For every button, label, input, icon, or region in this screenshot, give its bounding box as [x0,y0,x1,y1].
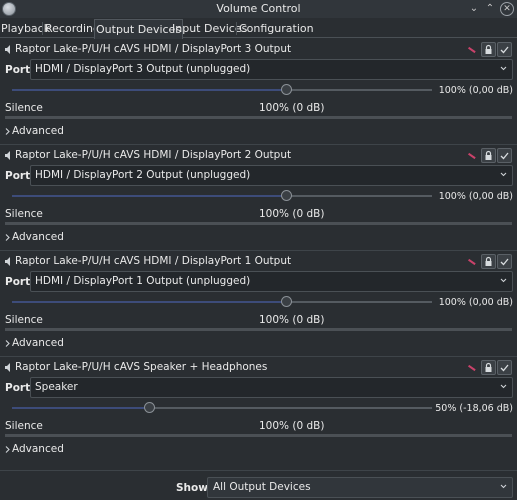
volume-level: 100% (0,00 dB) [438,297,513,308]
window-title: Volume Control [216,2,301,15]
chevron-right-icon[interactable] [5,234,10,241]
volume-fill [12,301,286,303]
chevron-down-icon [500,484,507,489]
tab-bar: Playback Recording Output Devices Input … [0,19,517,39]
check-icon[interactable] [497,42,512,57]
maximize-icon[interactable]: ⌃ [483,2,497,16]
reference-label: 100% (0 dB) [259,208,325,220]
device-panel: Raptor Lake-P/U/H cAVS HDMI / DisplayPor… [0,251,517,357]
check-icon[interactable] [497,148,512,163]
silence-label: Silence [5,102,43,114]
device-name: Raptor Lake-P/U/H cAVS HDMI / DisplayPor… [15,149,292,161]
silence-label: Silence [5,420,43,432]
minimize-icon[interactable]: ⌄ [467,2,481,16]
mute-icon[interactable] [468,364,476,371]
advanced-toggle[interactable]: Advanced [12,125,64,137]
volume-slider[interactable] [12,296,432,307]
port-select[interactable]: HDMI / DisplayPort 2 Output (unplugged) [30,165,513,186]
volume-slider-handle[interactable] [281,190,292,201]
mute-icon[interactable] [468,258,476,265]
chevron-down-icon [500,384,507,389]
chevron-right-icon[interactable] [5,340,10,347]
title-bar: Volume Control ⌄ ⌃ ✕ [0,0,517,18]
device-name: Raptor Lake-P/U/H cAVS HDMI / DisplayPor… [15,43,292,55]
reference-label: 100% (0 dB) [259,314,325,326]
level-meter [5,116,512,119]
reference-label: 100% (0 dB) [259,420,325,432]
mute-icon[interactable] [468,152,476,159]
volume-slider-handle[interactable] [281,296,292,307]
device-name: Raptor Lake-P/U/H cAVS Speaker + Headpho… [15,361,268,373]
port-select[interactable]: HDMI / DisplayPort 3 Output (unplugged) [30,59,513,80]
device-name: Raptor Lake-P/U/H cAVS HDMI / DisplayPor… [15,255,292,267]
check-icon[interactable] [497,360,512,375]
show-filter-select[interactable]: All Output Devices [207,477,513,498]
silence-label: Silence [5,208,43,220]
speaker-icon [5,257,10,266]
device-panel: Raptor Lake-P/U/H cAVS HDMI / DisplayPor… [0,145,517,251]
advanced-toggle[interactable]: Advanced [12,231,64,243]
port-select[interactable]: HDMI / DisplayPort 1 Output (unplugged) [30,271,513,292]
speaker-icon [5,45,10,54]
volume-level: 50% (-18,06 dB) [435,403,513,414]
speaker-icon [5,151,10,160]
speaker-icon [5,363,10,372]
volume-fill [12,89,286,91]
volume-fill [12,407,149,409]
port-value: HDMI / DisplayPort 1 Output (unplugged) [35,275,251,287]
level-meter [5,222,512,225]
chevron-down-icon [500,66,507,71]
port-select[interactable]: Speaker [30,377,513,398]
lock-icon[interactable] [481,42,496,57]
device-panel: Raptor Lake-P/U/H cAVS HDMI / DisplayPor… [0,39,517,145]
volume-fill [12,195,286,197]
footer-bar: Show: All Output Devices [0,470,517,500]
tab-separator [236,22,237,35]
port-value: Speaker [35,381,78,393]
check-icon[interactable] [497,254,512,269]
chevron-right-icon[interactable] [5,128,10,135]
level-meter [5,328,512,331]
reference-label: 100% (0 dB) [259,102,325,114]
tab-output-devices[interactable]: Output Devices [94,19,184,39]
mute-icon[interactable] [468,46,476,53]
volume-slider-handle[interactable] [281,84,292,95]
device-panel: Raptor Lake-P/U/H cAVS Speaker + Headpho… [0,357,517,463]
volume-slider[interactable] [12,190,432,201]
show-filter-value: All Output Devices [213,481,311,493]
chevron-down-icon [500,172,507,177]
lock-icon[interactable] [481,254,496,269]
tab-configuration[interactable]: Configuration [238,19,315,38]
advanced-toggle[interactable]: Advanced [12,443,64,455]
volume-slider[interactable] [12,402,432,413]
volume-level: 100% (0,00 dB) [438,85,513,96]
port-value: HDMI / DisplayPort 2 Output (unplugged) [35,169,251,181]
advanced-toggle[interactable]: Advanced [12,337,64,349]
close-icon[interactable]: ✕ [500,2,514,16]
tab-recording[interactable]: Recording [44,19,101,38]
chevron-down-icon [500,278,507,283]
lock-icon[interactable] [481,148,496,163]
chevron-right-icon[interactable] [5,446,10,453]
volume-slider-handle[interactable] [144,402,155,413]
volume-slider[interactable] [12,84,432,95]
lock-icon[interactable] [481,360,496,375]
volume-level: 100% (0,00 dB) [438,191,513,202]
level-meter [5,434,512,437]
tab-separator [42,22,43,35]
port-value: HDMI / DisplayPort 3 Output (unplugged) [35,63,251,75]
silence-label: Silence [5,314,43,326]
